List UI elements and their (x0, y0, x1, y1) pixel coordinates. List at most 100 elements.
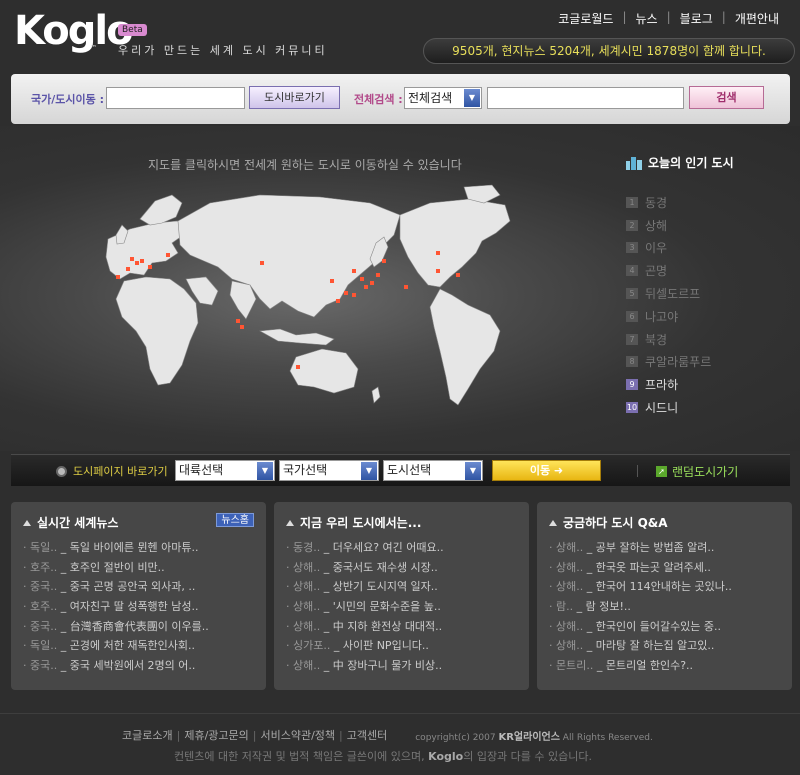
world-map[interactable] (100, 181, 520, 441)
list-item[interactable]: · 호주.. _ 여자친구 딸 성폭행한 남성.. (23, 598, 259, 618)
popular-city-item[interactable]: 1 동경 (626, 191, 796, 214)
dropdown-arrow-icon[interactable]: ▼ (465, 462, 481, 480)
list-item[interactable]: · 중국.. _ 중국 세박원에서 2명의 어.. (23, 657, 259, 677)
search-scope-select[interactable]: 전체검색 ▼ (404, 87, 482, 109)
list-item[interactable]: · 상해.. _ 中 지하 환전상 대대적.. (286, 618, 522, 638)
move-button[interactable]: 이동 ➜ (492, 460, 601, 481)
popular-city-item[interactable]: 5 뒤셀도르프 (626, 282, 796, 305)
building-icon (626, 156, 642, 170)
item-headline: _ 람 정보!.. (573, 600, 631, 614)
list-item[interactable]: · 중국.. _ 台灣香商會代表團이 이우를.. (23, 618, 259, 638)
rank-badge: 5 (626, 288, 638, 300)
city-dot[interactable] (370, 281, 374, 285)
city-dot[interactable] (352, 293, 356, 297)
country-select-value: 국가선택 (283, 463, 328, 477)
city-dot[interactable] (382, 259, 386, 263)
search-button[interactable]: 검색 (689, 86, 764, 109)
map-africa (115, 276, 199, 386)
city-dot[interactable] (148, 265, 152, 269)
city-dot[interactable] (126, 267, 130, 271)
list-item[interactable]: · 상해.. _ 中 장바구니 물가 비상.. (286, 657, 522, 677)
list-item[interactable]: · 상해.. _ '시민의 문화수준을 높.. (286, 598, 522, 618)
list-item[interactable]: · 중국.. _ 중국 곤명 공안국 외사과, .. (23, 578, 259, 598)
list-item[interactable]: · 상해.. _ 공부 잘하는 방법좀 알려.. (549, 539, 785, 559)
city-dot[interactable] (456, 273, 460, 277)
list-item[interactable]: · 호주.. _ 호주인 절반이 비만.. (23, 559, 259, 579)
popular-city-item[interactable]: 8 쿠알라룸푸르 (626, 351, 796, 374)
popular-city-item[interactable]: 7 북경 (626, 328, 796, 351)
dropdown-arrow-icon[interactable]: ▼ (361, 462, 377, 480)
city-select[interactable]: 도시선택 ▼ (383, 460, 483, 481)
link-blog[interactable]: 블로그 (671, 10, 722, 27)
list-item[interactable]: · 독일.. _ 곤경에 처한 재독한인사회.. (23, 637, 259, 657)
dropdown-arrow-icon[interactable]: ▼ (257, 462, 273, 480)
footer-links: 코글로소개 | 제휴/광고문의 | 서비스약관/정책 | 고객센터 copyri… (122, 727, 653, 743)
popular-city-item[interactable]: 6 나고야 (626, 305, 796, 328)
city-dot[interactable] (376, 273, 380, 277)
popular-city-item[interactable]: 2 상해 (626, 214, 796, 237)
list-item[interactable]: · 상해.. _ 한국인이 들어갈수있는 중.. (549, 618, 785, 638)
city-dot[interactable] (130, 257, 134, 261)
link-news[interactable]: 뉴스 (627, 10, 667, 27)
header: Koglo ™ Beta 우리가 만드는 세계 도시 커뮤니티 코글로월드 | … (0, 0, 800, 70)
continent-select[interactable]: 대륙선택 ▼ (175, 460, 275, 481)
koglo-logo[interactable]: Koglo (14, 8, 134, 54)
list-item[interactable]: · 몬트리.. _ 몬트리얼 한인수?.. (549, 657, 785, 677)
popular-city-item[interactable]: 4 곤명 (626, 259, 796, 282)
city-dot[interactable] (260, 261, 264, 265)
dropdown-arrow-icon[interactable]: ▼ (464, 89, 480, 107)
trademark-mark: ™ (90, 44, 97, 52)
item-location: · 람.. (549, 600, 574, 614)
city-dot[interactable] (240, 325, 244, 329)
list-item[interactable]: · 상해.. _ 중국서도 재수생 시장.. (286, 559, 522, 579)
go-to-city-button[interactable]: 도시바로가기 (249, 86, 340, 109)
list-item[interactable]: · 상해.. _ 한국옷 파는곳 알려주세.. (549, 559, 785, 579)
list-item[interactable]: · 싱가포.. _ 사이판 NP입니다.. (286, 637, 522, 657)
list-item[interactable]: · 상해.. _ 한국어 114안내하는 곳있나.. (549, 578, 785, 598)
city-dot[interactable] (436, 251, 440, 255)
random-city-link[interactable]: ➚ 랜덤도시가기 (656, 463, 738, 480)
search-input[interactable] (487, 87, 684, 109)
qa-panel: 궁금하다 도시 Q&A · 상해.. _ 공부 잘하는 방법좀 알려.. · 상해.… (537, 502, 792, 690)
list-item[interactable]: · 람.. _ 람 정보!.. (549, 598, 785, 618)
list-item[interactable]: · 상해.. _ 마라탕 잘 하는집 알고있.. (549, 637, 785, 657)
map-north-america (399, 198, 511, 288)
city-dot[interactable] (344, 291, 348, 295)
list-item[interactable]: · 동경.. _ 더우세요? 여긴 어때요.. (286, 539, 522, 559)
country-select[interactable]: 국가선택 ▼ (279, 460, 379, 481)
footer-link-support[interactable]: 고객센터 (347, 727, 387, 743)
list-item[interactable]: · 상해.. _ 상반기 도시지역 일자.. (286, 578, 522, 598)
footer-link-terms[interactable]: 서비스약관/정책 (260, 727, 335, 743)
city-dot[interactable] (436, 269, 440, 273)
list-item[interactable]: · 독일.. _ 독일 바이에른 뮌헨 아마튜.. (23, 539, 259, 559)
item-location: · 중국.. (23, 619, 58, 633)
city-dot[interactable] (364, 285, 368, 289)
footer-link-about[interactable]: 코글로소개 (122, 727, 173, 743)
city-input[interactable] (106, 87, 245, 109)
item-location: · 동경.. (286, 541, 321, 554)
city-dot[interactable] (140, 259, 144, 263)
city-dot[interactable] (236, 319, 240, 323)
city-dot[interactable] (135, 261, 139, 265)
popular-city-name: 북경 (645, 332, 668, 347)
city-dot[interactable] (166, 253, 170, 257)
all-search-label: 전체검색 : (354, 93, 403, 106)
footer-link-partnership[interactable]: 제휴/광고문의 (184, 727, 248, 743)
popular-city-item[interactable]: 9 프라하 (626, 373, 796, 396)
city-dot[interactable] (330, 279, 334, 283)
tagline: 우리가 만드는 세계 도시 커뮤니티 (118, 44, 328, 57)
city-dot[interactable] (352, 269, 356, 273)
item-location: · 상해.. (286, 619, 321, 633)
popular-city-item[interactable]: 10 시드니 (626, 396, 796, 419)
city-dot[interactable] (116, 275, 120, 279)
news-home-button[interactable]: 뉴스홈 (216, 513, 254, 527)
city-dot[interactable] (360, 277, 364, 281)
link-renewal-info[interactable]: 개편안내 (726, 10, 788, 27)
link-koglo-world[interactable]: 코글로월드 (549, 10, 622, 27)
city-select-value: 도시선택 (387, 463, 432, 477)
local-news-panel: 지금 우리 도시에서는... · 동경.. _ 더우세요? 여긴 어때요.. · 상… (274, 502, 529, 690)
city-dot[interactable] (336, 299, 340, 303)
city-dot[interactable] (296, 365, 300, 369)
popular-city-item[interactable]: 3 이우 (626, 237, 796, 260)
city-dot[interactable] (404, 285, 408, 289)
